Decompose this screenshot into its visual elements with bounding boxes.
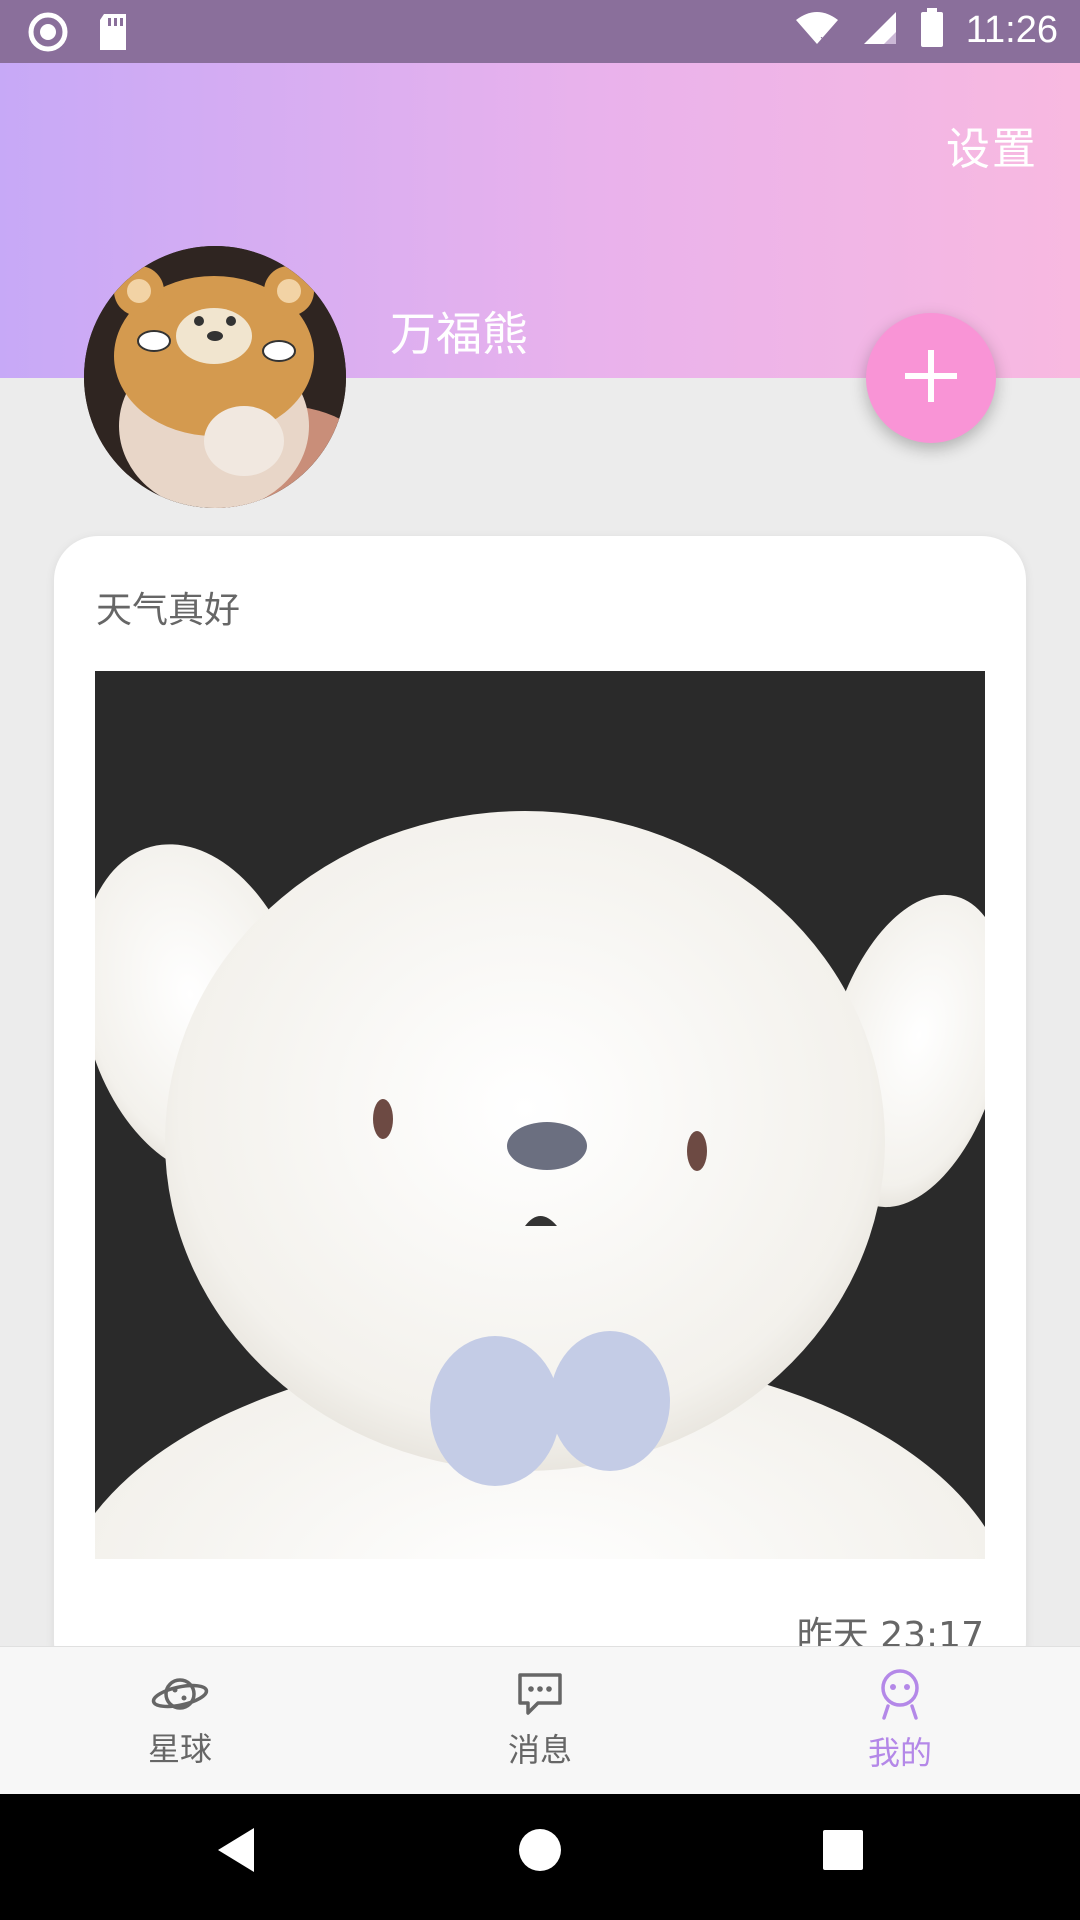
battery-icon: [920, 8, 944, 52]
add-post-button[interactable]: [866, 313, 996, 443]
bottom-nav: 星球 消息 我的: [0, 1646, 1080, 1795]
profile-icon: [876, 1668, 924, 1724]
planet-icon: [150, 1672, 210, 1720]
nav-tab-planet[interactable]: 星球: [80, 1647, 280, 1795]
post-image[interactable]: [95, 671, 985, 1559]
status-bar: x 11:26: [0, 0, 1080, 63]
svg-text:x: x: [820, 33, 827, 46]
record-icon: [28, 12, 68, 56]
settings-button[interactable]: 设置: [946, 113, 1038, 177]
recents-icon[interactable]: [823, 1830, 863, 1874]
nav-label-messages: 消息: [507, 1731, 572, 1769]
nav-tab-me[interactable]: 我的: [800, 1647, 1000, 1795]
nav-label-planet: 星球: [147, 1730, 212, 1768]
nav-label-me: 我的: [867, 1734, 932, 1772]
signal-icon: [862, 10, 898, 50]
plus-icon: [903, 348, 959, 408]
post-card[interactable]: 天气真好 昨天 23:17: [54, 536, 1026, 1686]
message-icon: [516, 1671, 564, 1721]
back-icon[interactable]: [214, 1826, 258, 1878]
home-icon[interactable]: [518, 1826, 562, 1878]
post-text: 天气真好: [96, 590, 241, 631]
sd-card-icon: [96, 12, 130, 56]
system-nav-bar: [0, 1794, 1080, 1920]
avatar[interactable]: [84, 246, 346, 508]
nav-tab-messages[interactable]: 消息: [440, 1647, 640, 1795]
username: 万福熊: [390, 307, 528, 361]
status-time: 11:26: [965, 8, 1058, 51]
wifi-icon: x: [794, 10, 840, 50]
